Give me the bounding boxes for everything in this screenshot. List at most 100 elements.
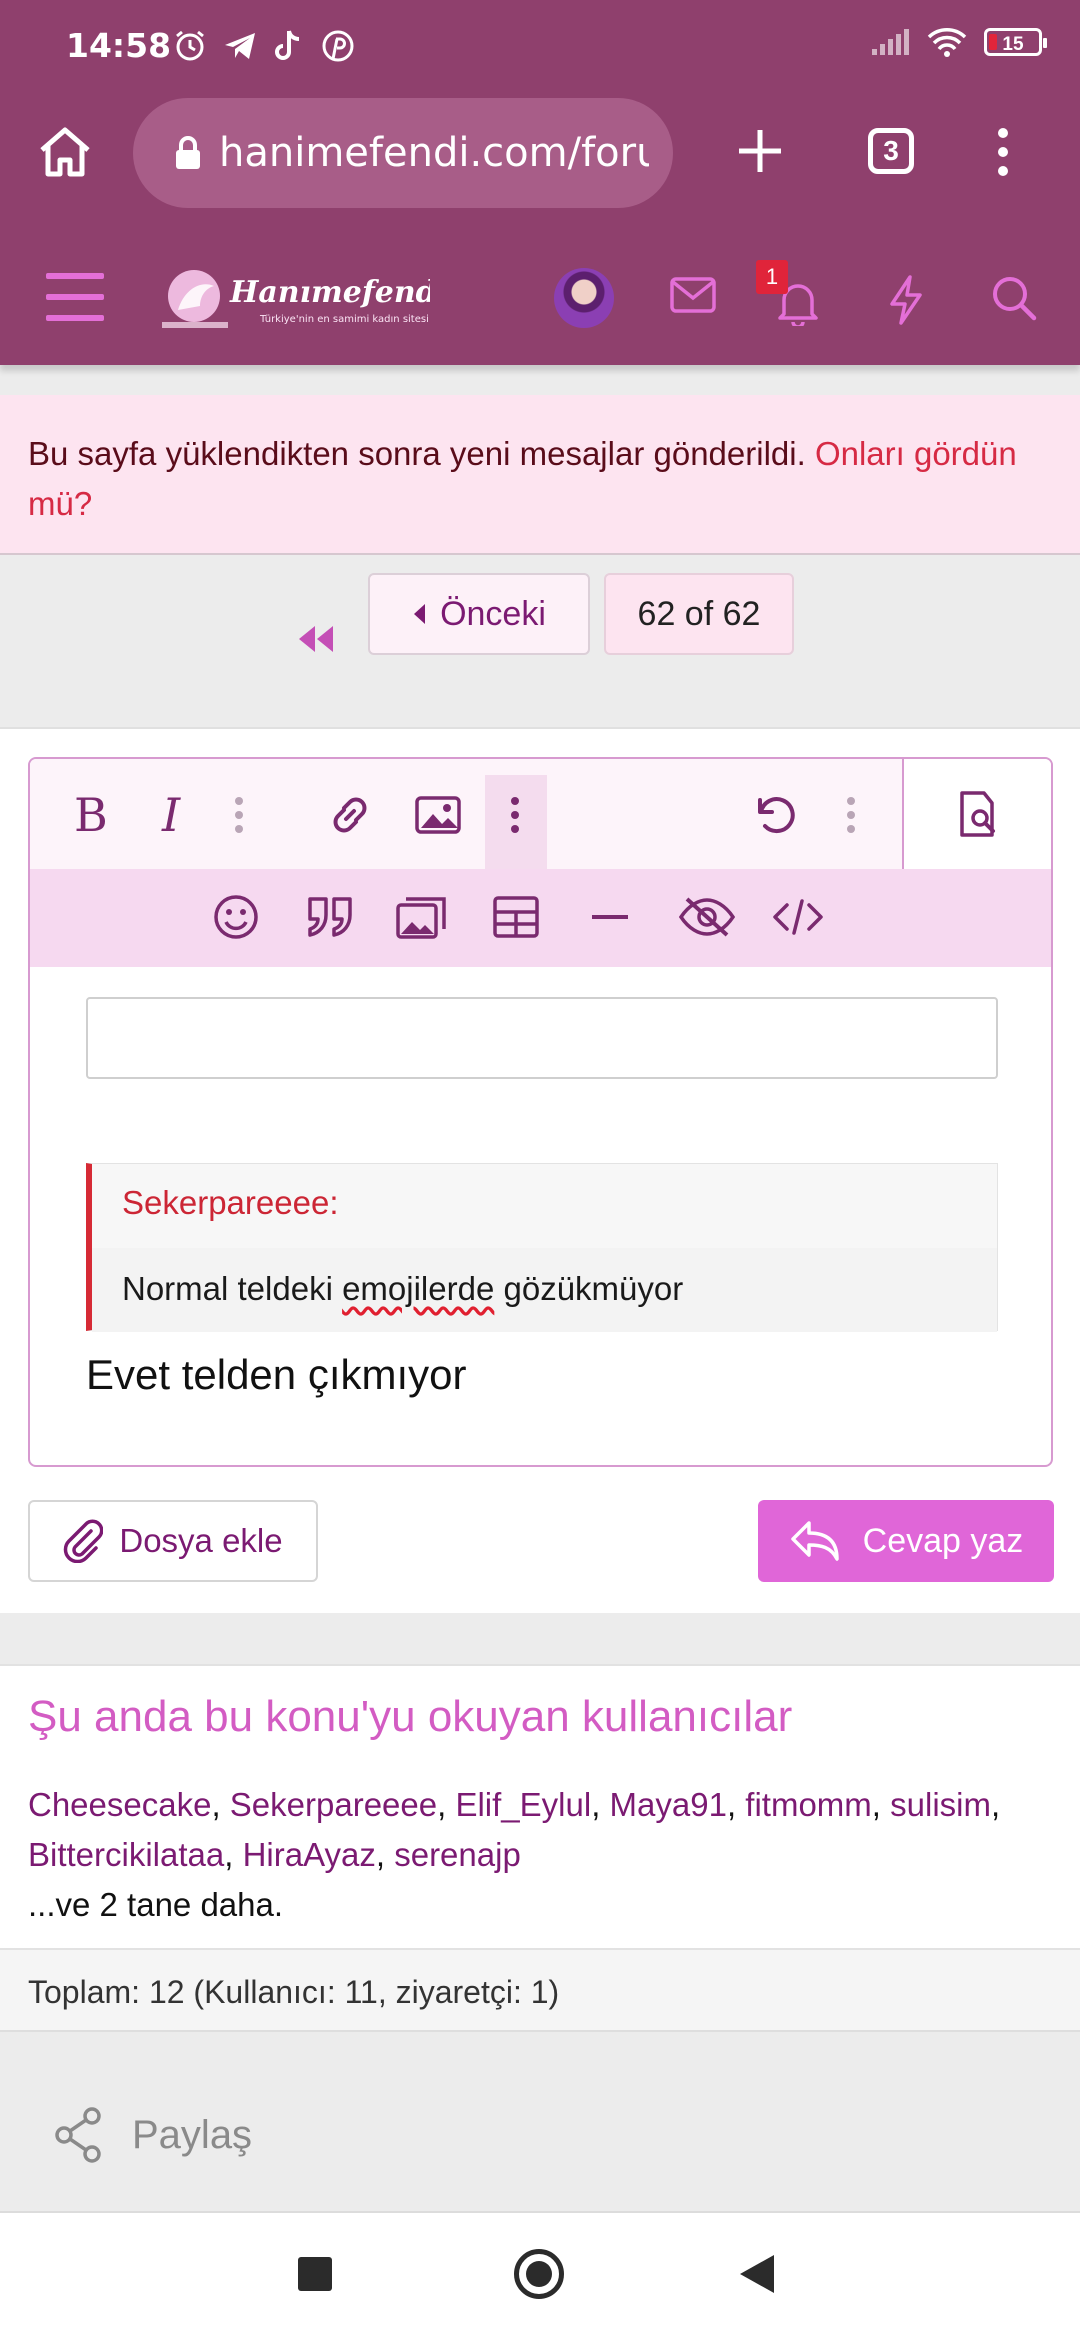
- insert-more-button[interactable]: [502, 787, 528, 843]
- lock-icon: [173, 135, 203, 171]
- link-icon: [327, 792, 373, 838]
- preview-button[interactable]: [902, 759, 1051, 871]
- svg-text:I: I: [161, 791, 181, 839]
- reply-draft-text[interactable]: Evet telden çıkmıyor: [86, 1351, 466, 1399]
- eye-off-icon: [677, 895, 737, 939]
- gallery-icon: [394, 893, 450, 941]
- site-logo[interactable]: Hanımefendi.com Türkiye'nin en samimi ka…: [160, 266, 430, 332]
- status-app-icons: [172, 28, 356, 64]
- table-button[interactable]: [488, 889, 544, 945]
- home-circle-icon[interactable]: [514, 2249, 564, 2299]
- insert-image-button[interactable]: [410, 787, 466, 843]
- reader-link[interactable]: fitmomm: [745, 1786, 872, 1823]
- previous-page-button[interactable]: Önceki: [368, 573, 590, 655]
- editor-toolbar-primary: B I: [30, 759, 902, 869]
- reader-link[interactable]: Elif_Eylul: [455, 1786, 591, 1823]
- browser-toolbar: hanimefendi.com/foru 3: [0, 96, 1080, 230]
- reply-label: Cevap yaz: [862, 1521, 1024, 1560]
- reader-link[interactable]: HiraAyaz: [243, 1836, 376, 1873]
- reader-link[interactable]: Cheesecake: [28, 1786, 211, 1823]
- search-icon[interactable]: [990, 274, 1038, 322]
- logo-tagline: Türkiye'nin en samimi kadın sitesi: [259, 314, 429, 325]
- quote-icon: [304, 895, 356, 939]
- share-button[interactable]: Paylaş: [52, 2106, 252, 2164]
- back-triangle-icon[interactable]: [740, 2255, 774, 2293]
- reader-link[interactable]: sulisim: [890, 1786, 991, 1823]
- horizontal-rule-button[interactable]: [582, 889, 638, 945]
- paperclip-icon: [63, 1519, 104, 1563]
- insert-link-button[interactable]: [322, 787, 378, 843]
- smiley-icon: [212, 893, 260, 941]
- page-jump-button[interactable]: 62 of 62: [604, 573, 794, 655]
- notice-text: Bu sayfa yüklendikten sonra yeni mesajla…: [28, 435, 806, 472]
- reader-link[interactable]: Maya91: [610, 1786, 727, 1823]
- text-more-button[interactable]: [226, 787, 252, 843]
- undo-button[interactable]: [746, 787, 802, 843]
- telegram-icon: [222, 28, 258, 64]
- browser-menu-icon[interactable]: [990, 126, 1016, 178]
- preview-icon: [954, 789, 1004, 839]
- reply-arrow-icon: [789, 1519, 841, 1563]
- emoji-button[interactable]: [208, 889, 264, 945]
- misspelled-word: emojilerde: [342, 1270, 495, 1307]
- editor-input-field[interactable]: [86, 997, 998, 1079]
- site-header: Hanımefendi.com Türkiye'nin en samimi ka…: [0, 230, 1080, 365]
- tiktok-icon: [272, 28, 306, 64]
- pagination: Önceki 62 of 62: [0, 555, 1080, 727]
- tab-switcher-button[interactable]: 3: [868, 128, 914, 174]
- code-icon: [771, 895, 825, 939]
- wifi-icon: [926, 26, 968, 58]
- bold-icon: B: [70, 791, 110, 839]
- url-text[interactable]: hanimefendi.com/foru: [219, 130, 649, 176]
- current-readers-block: Şu anda bu konu'yu okuyan kullanıcılar C…: [0, 1664, 1080, 1950]
- logo-text: Hanımefendi.com: [229, 275, 430, 310]
- attach-label: Dosya ekle: [119, 1522, 283, 1559]
- reply-section: B I Sekerpareeee: Normal teldeki emojile…: [0, 727, 1080, 1613]
- italic-button[interactable]: I: [148, 787, 204, 843]
- user-avatar[interactable]: [554, 268, 614, 328]
- post-reply-button[interactable]: Cevap yaz: [758, 1500, 1054, 1582]
- history-more-button[interactable]: [838, 787, 864, 843]
- first-page-button[interactable]: [290, 599, 340, 679]
- home-icon[interactable]: [36, 124, 94, 180]
- readers-title: Şu anda bu konu'yu okuyan kullanıcılar: [28, 1692, 793, 1741]
- new-tab-icon[interactable]: [735, 126, 785, 176]
- more-vertical-icon: [234, 795, 244, 835]
- more-vertical-icon: [846, 795, 856, 835]
- quote-button[interactable]: [302, 889, 358, 945]
- battery-indicator: 15: [984, 28, 1047, 56]
- editor-toolbar-secondary: [30, 869, 1051, 967]
- pinterest-icon: [320, 28, 356, 64]
- status-bar: 14:58 15: [0, 0, 1080, 96]
- caret-left-icon: [412, 603, 426, 625]
- attach-file-button[interactable]: Dosya ekle: [28, 1500, 318, 1582]
- double-chevron-left-icon: [295, 624, 335, 654]
- status-indicators: 15: [870, 26, 1047, 58]
- reader-link[interactable]: Bittercikilataa: [28, 1836, 224, 1873]
- reader-link[interactable]: Sekerpareeee: [230, 1786, 437, 1823]
- minus-icon: [590, 912, 630, 922]
- spoiler-button[interactable]: [672, 889, 742, 945]
- quote-author[interactable]: Sekerpareeee:: [122, 1184, 338, 1222]
- italic-icon: I: [156, 791, 196, 839]
- system-nav-bar: [0, 2213, 1080, 2340]
- address-bar[interactable]: hanimefendi.com/foru: [133, 98, 673, 208]
- quote-text: Normal teldeki emojilerde gözükmüyor: [122, 1270, 684, 1307]
- status-time: 14:58: [66, 26, 172, 65]
- share-label: Paylaş: [132, 2112, 253, 2157]
- reader-link[interactable]: serenajp: [394, 1836, 521, 1873]
- inbox-icon[interactable]: [669, 274, 717, 316]
- undo-icon: [750, 792, 798, 838]
- lightning-icon[interactable]: [886, 274, 926, 326]
- gallery-button[interactable]: [394, 889, 450, 945]
- signal-icon: [870, 27, 910, 57]
- notification-badge: 1: [756, 260, 788, 294]
- svg-text:B: B: [74, 791, 108, 839]
- rich-text-editor: B I Sekerpareeee: Normal teldeki emojile…: [28, 757, 1053, 1467]
- previous-label: Önceki: [440, 594, 546, 633]
- hamburger-menu-icon[interactable]: [44, 270, 106, 324]
- code-button[interactable]: [770, 889, 826, 945]
- more-vertical-icon: [510, 795, 520, 835]
- recent-apps-icon[interactable]: [298, 2257, 332, 2291]
- bold-button[interactable]: B: [62, 787, 118, 843]
